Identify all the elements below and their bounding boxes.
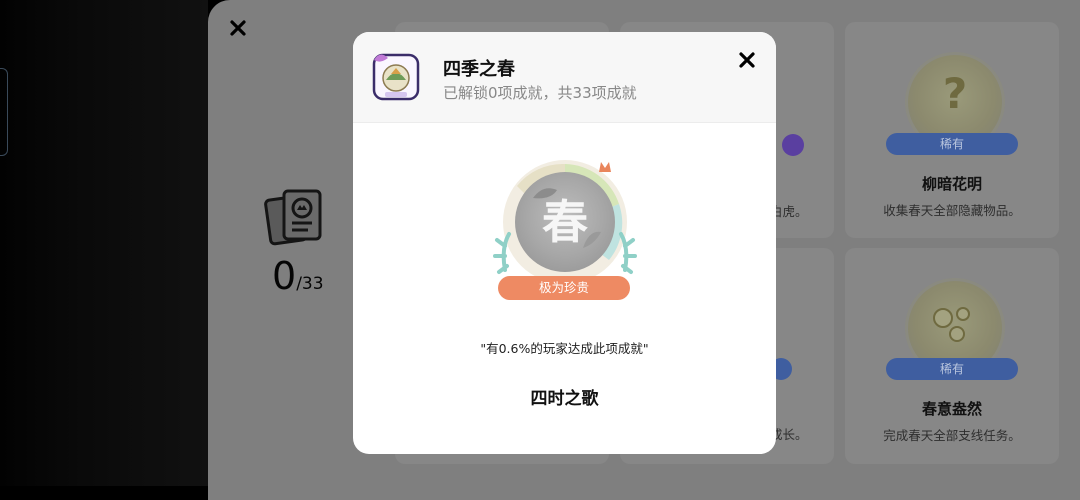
- rarity-badge: [782, 134, 804, 156]
- progress-total: /33: [296, 274, 324, 294]
- achievement-cards-icon: [264, 189, 322, 246]
- rarity-label: 极为珍贵: [538, 280, 589, 295]
- card-desc: 成长。: [770, 427, 808, 442]
- card-title: 柳暗花明: [921, 175, 982, 193]
- left-dark-area: [0, 0, 208, 486]
- rarity-badge: 极为珍贵: [498, 276, 630, 300]
- achievement-progress: 0/33: [272, 254, 324, 298]
- rarity-label: 稀有: [939, 137, 964, 151]
- rarity-label: 稀有: [939, 362, 964, 376]
- achievement-card[interactable]: 稀有 春意盎然 完成春天全部支线任务。: [845, 248, 1059, 464]
- card-desc: 完成春天全部支线任务。: [883, 428, 1021, 443]
- card-desc: 收集春天全部隐藏物品。: [883, 203, 1021, 218]
- card-title: 春意盎然: [921, 400, 982, 418]
- achievement-modal: 四季之春 已解锁0项成就，共33项成就 春 极为珍贵 "有0.6%的玩家达成此项…: [353, 32, 776, 454]
- medal-char: 春: [542, 195, 588, 249]
- rarity-badge: 稀有: [886, 358, 1018, 380]
- progress-unlocked: 0: [272, 254, 297, 298]
- season-spring-icon: [372, 53, 420, 101]
- close-icon[interactable]: [737, 50, 757, 70]
- close-icon[interactable]: [228, 18, 248, 38]
- side-tab[interactable]: [0, 68, 8, 156]
- achievement-rate: "有0.6%的玩家达成此项成就": [480, 341, 649, 356]
- card-desc: 白虎。: [770, 204, 808, 219]
- modal-subtitle: 已解锁0项成就，共33项成就: [443, 84, 637, 102]
- achievement-name: 四时之歌: [530, 389, 599, 409]
- achievement-card[interactable]: ? 稀有 柳暗花明 收集春天全部隐藏物品。: [845, 22, 1059, 238]
- rarity-badge: 稀有: [886, 133, 1018, 155]
- modal-title: 四季之春: [443, 59, 515, 80]
- modal-header: 四季之春 已解锁0项成就，共33项成就: [353, 32, 776, 123]
